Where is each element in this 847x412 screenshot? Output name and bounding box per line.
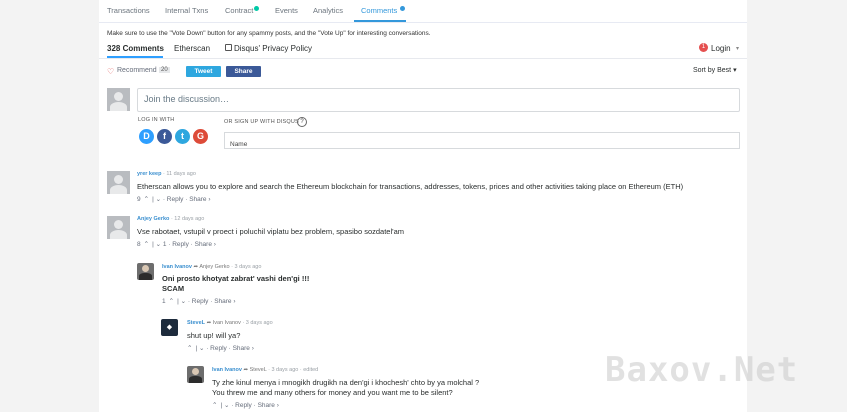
vote-up-icon[interactable]: ⌃ [144,241,149,248]
voting-notice: Make sure to use the "Vote Down" button … [107,30,431,37]
comments-indicator-icon [400,6,405,11]
active-tab-indicator [354,20,406,22]
disqus-login-icon[interactable]: D [139,129,154,144]
user-photo-avatar[interactable] [137,263,154,280]
login-button[interactable]: Login [711,44,731,53]
disqus-active-tab-indicator [107,56,163,58]
comment-text: shut up! will ya? [187,331,241,340]
name-input[interactable] [225,137,735,152]
comment-action-links[interactable]: | ⌄ 1 · Reply · Share › [152,241,216,248]
login-with-label: LOG IN WITH [138,117,175,123]
sort-label: Sort by Best [693,67,732,74]
comment-time[interactable]: · 11 days ago [163,171,196,177]
tab-transactions[interactable]: Transactions [107,6,150,15]
contract-verified-icon [254,6,259,11]
comment-text-line-2: You threw me and many others for money a… [212,388,453,397]
tab-internal-txns[interactable]: Internal Txns [165,6,208,15]
vote-up-icon[interactable]: ⌃ [144,196,149,203]
notification-badge[interactable]: 1 [699,43,708,52]
heart-icon: ♡ [107,67,115,76]
comments-count-tab[interactable]: 328 Comments [107,44,164,53]
facebook-login-icon[interactable]: f [157,129,172,144]
comment-actions: ⌃ | ⌄ · Reply · Share › [212,401,282,409]
tab-analytics[interactable]: Analytics [313,6,343,15]
comment-author[interactable]: Anjey Gerko [137,216,169,222]
comment-meta: Anjey Gerko · 12 days ago [137,216,204,222]
vote-count: 9 [137,196,141,203]
comment-action-links[interactable]: | ⌄ · Reply · Share › [177,298,235,305]
discussion-textbox[interactable] [138,89,730,109]
comment-action-links[interactable]: | ⌄ · Reply · Share › [152,196,210,203]
share-label: Share [234,68,253,75]
vote-up-icon[interactable]: ⌃ [212,402,217,409]
sort-dropdown[interactable]: Sort by Best ▾ [693,66,737,74]
watermark: Baxov.Net [605,350,799,390]
twitter-login-icon[interactable]: t [175,129,190,144]
comment-actions: 8 ⌃ | ⌄ 1 · Reply · Share › [137,240,219,248]
reply-to-link[interactable]: ➦ SteveL [244,367,267,373]
comment-actions: 1 ⌃ | ⌄ · Reply · Share › [162,297,239,305]
comment-meta: yrer keep · 11 days ago [137,171,196,177]
comment-avatar[interactable] [107,171,130,194]
tweet-button[interactable]: Tweet [186,66,221,77]
signup-disqus-label: OR SIGN UP WITH DISQUS [224,119,299,125]
tab-comments[interactable]: Comments [361,6,397,15]
comment-author[interactable]: Ivan Ivanov [212,367,242,373]
disqus-nav: 328 Comments Etherscan Disqus' Privacy P… [99,42,747,59]
privacy-policy-label: Disqus' Privacy Policy [234,44,312,53]
comment-actions: ⌃ | ⌄ · Reply · Share › [187,344,257,352]
tweet-label: Tweet [194,68,213,75]
recommend-label: Recommend [117,67,157,74]
comment-time[interactable]: · 3 days ago · edited [268,367,318,373]
comment-text: Etherscan allows you to explore and sear… [137,182,684,191]
recommend-count: 20 [159,67,170,73]
user-photo-avatar[interactable] [187,366,204,383]
vote-up-icon[interactable]: ⌃ [187,345,192,352]
reply-to-link[interactable]: ➦ Ivan Ivanov [207,320,241,326]
privacy-policy-link[interactable]: Disqus' Privacy Policy [225,44,312,53]
comment-avatar[interactable] [107,216,130,239]
comment-meta: SteveL ➦ Ivan Ivanov · 3 days ago [187,320,273,326]
comment-actions: 9 ⌃ | ⌄ · Reply · Share › [137,195,214,203]
comment-author[interactable]: Ivan Ivanov [162,264,192,270]
comment-text-line-2: SCAM [162,284,185,293]
comment-action-links[interactable]: | ⌄ · Reply · Share › [195,345,253,352]
comment-text: Oni prosto khotyat zabrat' vashi den'gi … [162,274,310,283]
etherscan-community-tab[interactable]: Etherscan [174,44,210,53]
comment-text: Vse rabotaet, vstupil v proect i poluchi… [137,227,404,236]
comment-text: Ty zhe kinul menya i mnogikh drugikh na … [212,378,480,387]
sort-chevron-icon: ▾ [733,67,737,74]
vote-count: 1 [162,298,166,305]
comment-time[interactable]: · 3 days ago [242,320,272,326]
comment-meta: Ivan Ivanov ➦ Anjey Gerko · 3 days ago [162,264,261,270]
facebook-share-button[interactable]: Share [226,66,261,77]
ethereum-avatar-icon[interactable]: ◆ [161,319,178,336]
vote-up-icon[interactable]: ⌃ [169,298,174,305]
comment-time[interactable]: · 3 days ago [231,264,261,270]
comment-time[interactable]: · 12 days ago [171,216,204,222]
name-field[interactable] [224,132,740,152]
guest-avatar [107,88,130,111]
lock-icon [225,44,232,52]
tab-bar: Transactions Internal Txns Contract Even… [99,0,747,23]
google-login-icon[interactable]: G [193,129,208,144]
reply-to-link[interactable]: ➦ Anjey Gerko [194,264,230,270]
tab-events[interactable]: Events [275,6,298,15]
comment-action-links[interactable]: | ⌄ · Reply · Share › [220,402,278,409]
discussion-input[interactable] [137,88,740,112]
comment-meta: Ivan Ivanov ➦ SteveL · 3 days ago · edit… [212,367,318,373]
comment-author[interactable]: yrer keep [137,171,161,177]
help-icon[interactable]: ? [297,117,307,127]
comment-author[interactable]: SteveL [187,320,205,326]
login-chevron-icon[interactable]: ▾ [736,45,739,52]
vote-count: 8 [137,241,141,248]
tab-contract[interactable]: Contract [225,6,253,15]
